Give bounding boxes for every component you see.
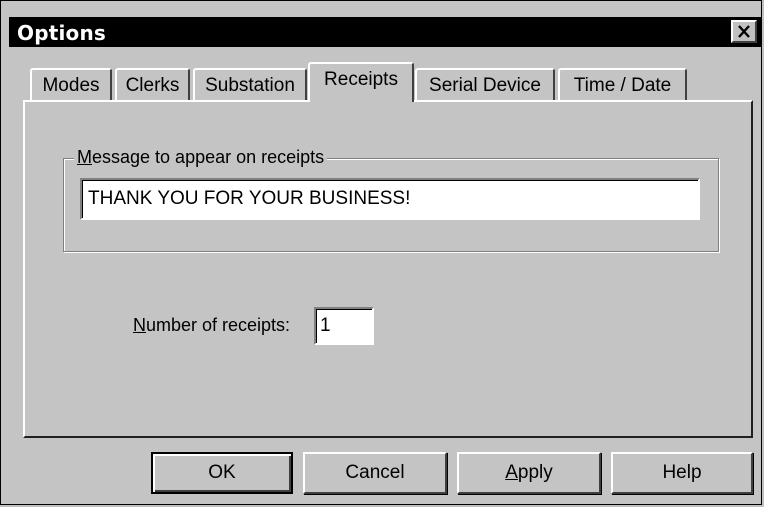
- tab-receipts[interactable]: Receipts: [308, 62, 414, 102]
- tab-substation[interactable]: Substation: [193, 68, 307, 102]
- receipt-message-input[interactable]: [80, 178, 700, 220]
- close-button[interactable]: [731, 20, 757, 43]
- cancel-button[interactable]: Cancel: [303, 452, 447, 494]
- ok-button[interactable]: OK: [151, 452, 293, 494]
- title-bar: Options: [9, 17, 761, 47]
- cancel-button-label: Cancel: [345, 462, 405, 483]
- tab-time-date[interactable]: Time / Date: [558, 68, 687, 102]
- apply-button[interactable]: Apply: [457, 452, 601, 494]
- apply-button-label: Apply: [505, 462, 553, 483]
- number-of-receipts-input[interactable]: [314, 307, 374, 345]
- message-group-label: Message to appear on receipts: [74, 147, 328, 168]
- tab-serial-device-label: Serial Device: [429, 75, 541, 96]
- receipts-tab-panel: Message to appear on receipts Number of …: [23, 100, 753, 438]
- tab-serial-device[interactable]: Serial Device: [415, 68, 555, 102]
- message-groupbox: Message to appear on receipts: [63, 147, 719, 252]
- help-button-label: Help: [662, 462, 702, 483]
- help-button[interactable]: Help: [611, 452, 753, 494]
- number-of-receipts-label: Number of receipts:: [133, 315, 291, 335]
- ok-button-label: OK: [208, 462, 236, 483]
- close-icon: [738, 25, 750, 38]
- tab-clerks-label: Clerks: [125, 75, 180, 96]
- tab-clerks[interactable]: Clerks: [115, 68, 190, 102]
- tab-receipts-label: Receipts: [324, 69, 398, 90]
- options-dialog: Options Modes Clerks Substation Receipts…: [0, 0, 762, 505]
- tab-modes[interactable]: Modes: [30, 68, 112, 102]
- window-title: Options: [17, 21, 107, 45]
- tab-substation-label: Substation: [205, 75, 295, 96]
- tab-modes-label: Modes: [42, 75, 100, 96]
- tab-time-date-label: Time / Date: [573, 75, 672, 96]
